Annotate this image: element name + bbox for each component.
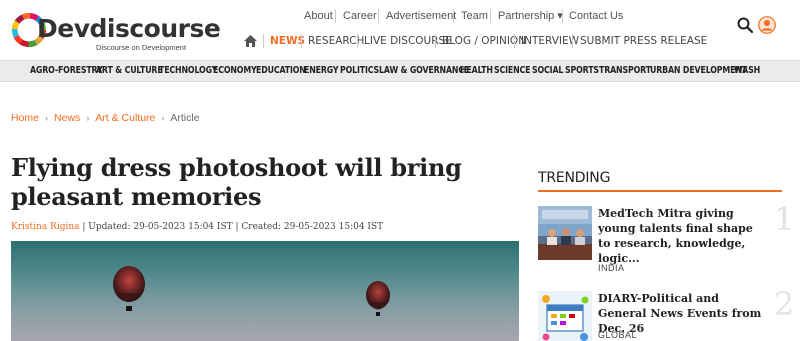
- article-updated: | Updated: 29-05-2023 15:04 IST: [82, 222, 233, 232]
- article-hero-image: [11, 241, 519, 341]
- top-nav-about[interactable]: About: [304, 9, 333, 23]
- user-icon[interactable]: [758, 16, 776, 34]
- divider: [453, 9, 454, 23]
- trending-item-tag[interactable]: INDIA: [598, 263, 625, 273]
- category-agro-forestry[interactable]: AGRO-FORESTRY: [30, 65, 103, 76]
- category-health[interactable]: HEALTH: [460, 65, 493, 76]
- divider: [435, 34, 436, 48]
- category-social[interactable]: SOCIAL: [532, 65, 563, 76]
- main-nav: NEWS RESEARCH LIVE DISCOURSE BLOG / OPIN…: [0, 33, 800, 49]
- divider: [335, 9, 336, 23]
- top-nav-advertisement[interactable]: Advertisement: [386, 9, 456, 23]
- top-nav-contact-us[interactable]: Contact Us: [569, 9, 623, 23]
- breadcrumb-home[interactable]: Home: [11, 112, 39, 124]
- trending-item-tag[interactable]: GLOBAL: [598, 330, 637, 340]
- hot-air-balloons-image: [11, 241, 519, 341]
- category-transport[interactable]: TRANSPORT: [599, 65, 651, 76]
- trending-underline: [538, 190, 782, 192]
- divider: [357, 34, 358, 48]
- category-economy[interactable]: ECONOMY: [213, 65, 257, 76]
- divider: [378, 9, 379, 23]
- chevron-right-icon: ›: [161, 113, 165, 123]
- category-science[interactable]: SCIENCE: [494, 65, 531, 76]
- main-nav-submit-press-release[interactable]: SUBMIT PRESS RELEASE: [580, 33, 707, 49]
- trending-thumbnail[interactable]: [538, 206, 592, 260]
- trending-rank: 2: [774, 285, 795, 323]
- article-meta: Kristina Rigina | Updated: 29-05-2023 15…: [11, 222, 383, 232]
- trending-heading: TRENDING: [538, 170, 611, 186]
- site-header: Devdiscourse Discourse on Development Ab…: [0, 0, 800, 58]
- trending-item-title[interactable]: MedTech Mitra giving young talents final…: [598, 206, 764, 266]
- category-technology[interactable]: TECHNOLOGY: [159, 65, 217, 76]
- divider: [263, 34, 264, 48]
- breadcrumb-news[interactable]: News: [54, 112, 80, 124]
- category-politics[interactable]: POLITICS: [340, 65, 379, 76]
- news-diary-illustration-image: [538, 291, 592, 341]
- divider: [490, 9, 491, 23]
- chevron-right-icon: ›: [86, 113, 90, 123]
- category-wash[interactable]: WASH: [734, 65, 760, 76]
- divider: [562, 9, 563, 23]
- category-education[interactable]: EDUCATION: [256, 65, 306, 76]
- main-nav-news[interactable]: NEWS: [270, 33, 305, 49]
- category-law-governance[interactable]: LAW & GOVERNANCE: [379, 65, 469, 76]
- chevron-right-icon: ›: [45, 113, 49, 123]
- trending-rank: 1: [774, 200, 795, 238]
- top-nav-team[interactable]: Team: [461, 9, 488, 23]
- divider: [301, 34, 302, 48]
- home-icon[interactable]: [244, 35, 257, 47]
- main-nav-interview[interactable]: INTERVIEW: [521, 33, 579, 49]
- top-nav: About Career Advertisement Team Partners…: [0, 9, 800, 23]
- category-energy[interactable]: ENERGY: [304, 65, 339, 76]
- breadcrumb-current: Article: [170, 112, 200, 124]
- article-author[interactable]: Kristina Rigina: [11, 222, 80, 232]
- top-nav-career[interactable]: Career: [343, 9, 377, 23]
- main-nav-research[interactable]: RESEARCH: [308, 33, 364, 49]
- category-art-culture[interactable]: ART & CULTURE: [96, 65, 163, 76]
- conference-photo-image: [538, 206, 592, 260]
- breadcrumb: Home › News › Art & Culture › Article: [11, 112, 200, 124]
- divider: [514, 34, 515, 48]
- search-icon[interactable]: [737, 17, 753, 33]
- trending-item[interactable]: DIARY-Political and General News Events …: [538, 285, 794, 341]
- trending-thumbnail[interactable]: [538, 291, 592, 341]
- article-title: Flying dress photoshoot will bring pleas…: [11, 153, 462, 211]
- top-nav-partnership[interactable]: Partnership ▾: [498, 9, 563, 23]
- trending-item[interactable]: MedTech Mitra giving young talents final…: [538, 200, 794, 276]
- main-nav-live-discourse[interactable]: LIVE DISCOURSE: [364, 33, 452, 49]
- category-urban-development[interactable]: URBAN DEVELOPMENT: [650, 65, 747, 76]
- breadcrumb-art-culture[interactable]: Art & Culture: [95, 112, 155, 124]
- divider: [572, 34, 573, 48]
- category-bar: AGRO-FORESTRY ART & CULTURE TECHNOLOGY E…: [0, 60, 800, 82]
- category-sports[interactable]: SPORTS: [565, 65, 599, 76]
- article-created: | Created: 29-05-2023 15:04 IST: [235, 222, 384, 232]
